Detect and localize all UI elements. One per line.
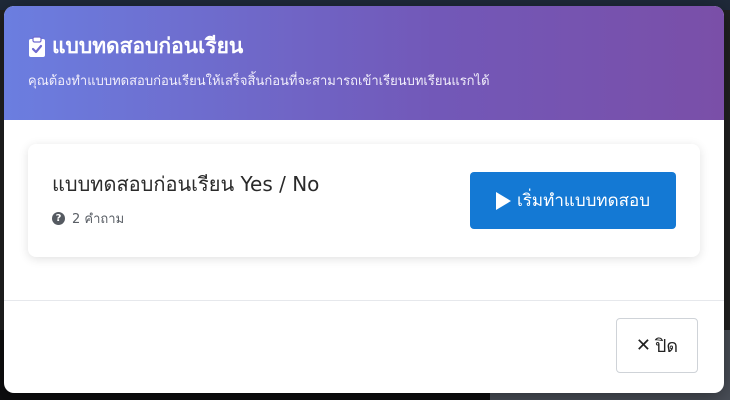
modal-subtitle: คุณต้องทำแบบทดสอบก่อนเรียนให้เสร็จสิ้นก่… [28,74,490,89]
start-quiz-button[interactable]: เริ่มทำแบบทดสอบ [470,172,676,229]
close-icon: ✕ [635,335,651,356]
modal-title-text: แบบทดสอบก่อนเรียน [52,34,244,58]
pretest-modal: แบบทดสอบก่อนเรียน คุณต้องทำแบบทดสอบก่อนเ… [4,6,724,393]
question-circle-icon: ? [52,212,65,225]
close-button[interactable]: ✕ ปิด [616,318,698,373]
question-count: 2 คำถาม [72,212,125,227]
quiz-meta: ? 2 คำถาม [52,208,124,229]
modal-body: แบบทดสอบก่อนเรียน Yes / No ? 2 คำถาม เริ… [4,120,724,301]
clipboard-check-icon [28,35,46,58]
modal-header: แบบทดสอบก่อนเรียน คุณต้องทำแบบทดสอบก่อนเ… [4,6,724,120]
modal-title: แบบทดสอบก่อนเรียน [28,30,243,63]
quiz-card: แบบทดสอบก่อนเรียน Yes / No ? 2 คำถาม เริ… [28,144,700,257]
close-label: ปิด [654,336,679,357]
start-quiz-label: เริ่มทำแบบทดสอบ [516,191,651,211]
quiz-title: แบบทดสอบก่อนเรียน Yes / No [52,172,320,196]
play-icon [495,191,511,210]
modal-footer: ✕ ปิด [4,301,724,393]
